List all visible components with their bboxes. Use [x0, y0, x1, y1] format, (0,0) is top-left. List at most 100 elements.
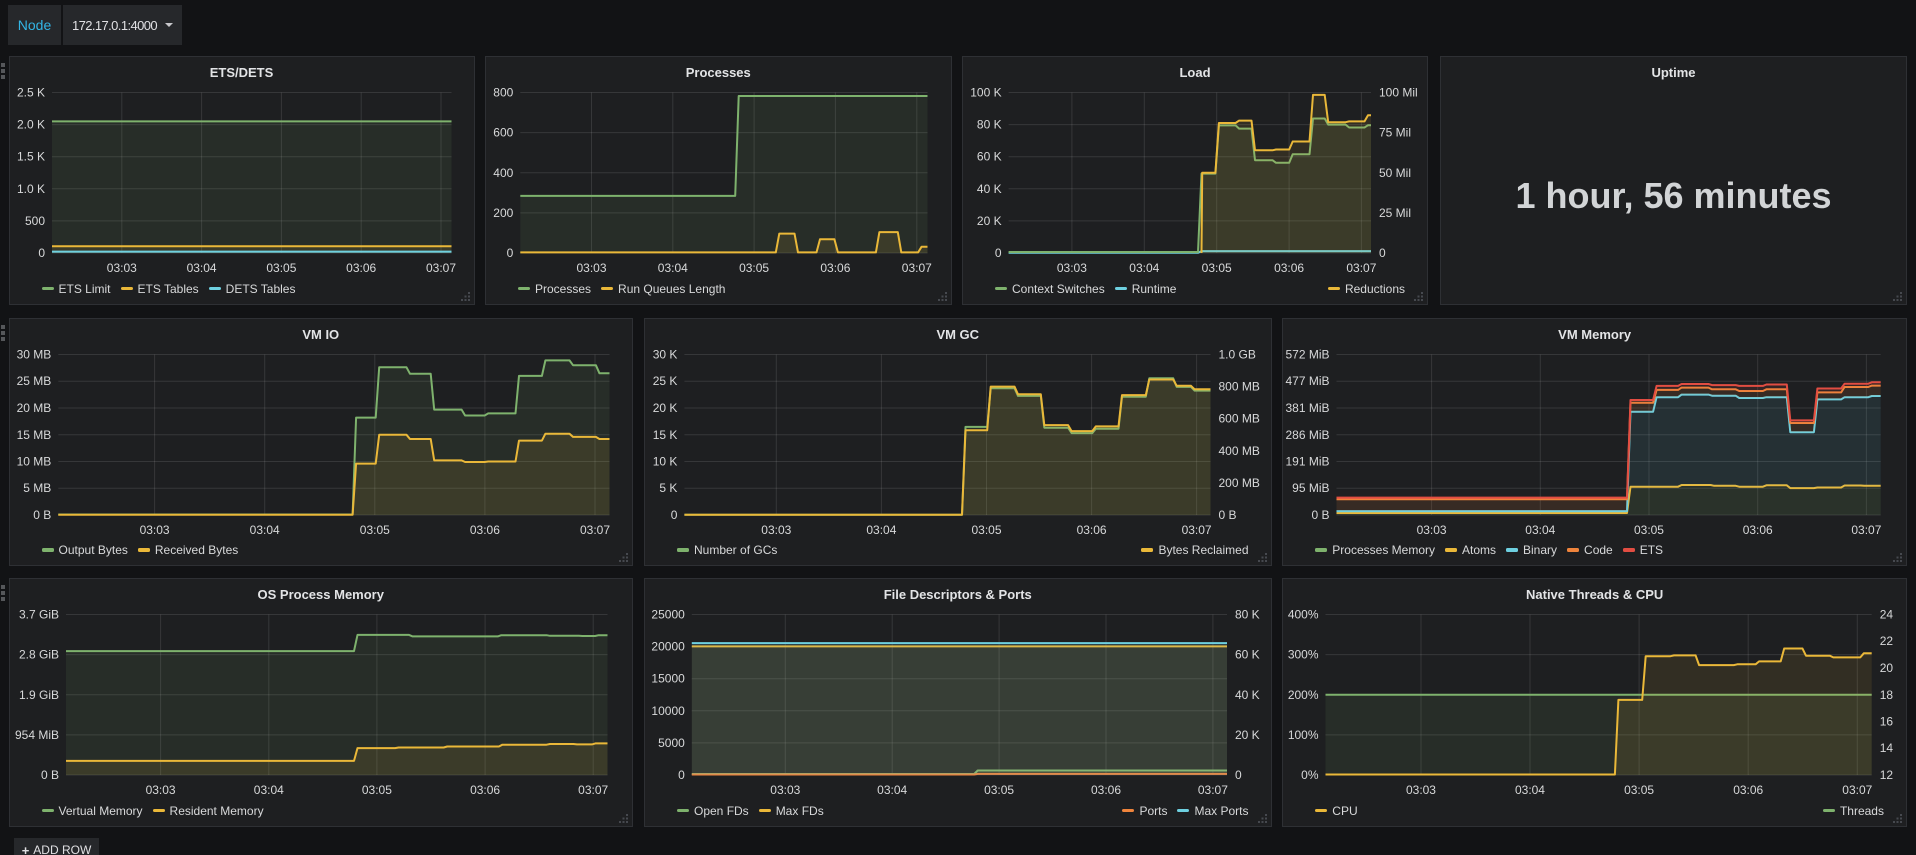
svg-text:800 MB: 800 MB [1219, 379, 1260, 393]
svg-text:03:05: 03:05 [266, 261, 296, 275]
svg-text:03:04: 03:04 [658, 261, 688, 275]
svg-text:03:03: 03:03 [1406, 783, 1436, 797]
svg-text:25 MB: 25 MB [16, 374, 51, 388]
svg-text:03:04: 03:04 [1129, 261, 1159, 275]
svg-text:286 MiB: 286 MiB [1286, 427, 1330, 441]
svg-text:03:04: 03:04 [866, 523, 896, 537]
svg-text:03:05: 03:05 [1202, 261, 1232, 275]
svg-text:191 MiB: 191 MiB [1286, 454, 1330, 468]
svg-text:0: 0 [1379, 246, 1386, 260]
svg-text:3.7 GiB: 3.7 GiB [18, 608, 58, 622]
svg-text:03:04: 03:04 [1526, 522, 1556, 536]
svg-text:30 MB: 30 MB [16, 347, 51, 361]
svg-text:03:07: 03:07 [902, 261, 932, 275]
svg-text:20000: 20000 [651, 640, 685, 654]
svg-text:400%: 400% [1288, 608, 1319, 622]
svg-text:800: 800 [493, 86, 513, 100]
svg-text:03:07: 03:07 [1852, 522, 1882, 536]
svg-text:03:07: 03:07 [1346, 261, 1376, 275]
svg-text:03:06: 03:06 [1733, 783, 1763, 797]
svg-text:25 K: 25 K [653, 374, 678, 388]
svg-text:0: 0 [507, 246, 514, 260]
svg-text:572 MiB: 572 MiB [1286, 347, 1330, 361]
svg-text:03:06: 03:06 [346, 261, 376, 275]
svg-text:75 Mil: 75 Mil [1379, 126, 1411, 140]
svg-text:2.0 K: 2.0 K [16, 118, 44, 132]
svg-text:10 K: 10 K [653, 454, 678, 468]
svg-text:300%: 300% [1288, 648, 1319, 662]
svg-text:03:05: 03:05 [359, 523, 389, 537]
svg-text:25 Mil: 25 Mil [1379, 206, 1411, 220]
svg-text:0 B: 0 B [1219, 508, 1237, 522]
svg-text:500: 500 [24, 214, 44, 228]
svg-text:03:05: 03:05 [739, 261, 769, 275]
svg-text:60 K: 60 K [977, 150, 1002, 164]
svg-text:5000: 5000 [658, 736, 685, 750]
svg-text:20: 20 [1880, 661, 1894, 675]
svg-text:0: 0 [678, 768, 685, 782]
svg-text:03:03: 03:03 [145, 783, 175, 797]
svg-text:40 K: 40 K [977, 182, 1002, 196]
svg-text:03:07: 03:07 [578, 783, 608, 797]
svg-text:03:05: 03:05 [361, 783, 391, 797]
svg-text:24: 24 [1880, 608, 1894, 622]
svg-text:15 K: 15 K [653, 427, 678, 441]
svg-text:0: 0 [671, 508, 678, 522]
svg-text:03:03: 03:03 [1057, 261, 1087, 275]
svg-text:03:07: 03:07 [579, 523, 609, 537]
svg-text:03:07: 03:07 [1843, 783, 1873, 797]
svg-text:15 MB: 15 MB [16, 427, 51, 441]
svg-text:16: 16 [1880, 714, 1894, 728]
svg-text:03:03: 03:03 [761, 523, 791, 537]
svg-text:0: 0 [1235, 768, 1242, 782]
svg-text:20 MB: 20 MB [16, 401, 51, 415]
svg-text:20 K: 20 K [653, 401, 678, 415]
svg-text:5 K: 5 K [659, 481, 677, 495]
svg-text:03:06: 03:06 [820, 261, 850, 275]
svg-text:200%: 200% [1288, 688, 1319, 702]
svg-text:03:03: 03:03 [139, 523, 169, 537]
svg-text:03:03: 03:03 [576, 261, 606, 275]
svg-text:200: 200 [493, 206, 513, 220]
svg-text:03:07: 03:07 [425, 261, 455, 275]
svg-text:20 K: 20 K [1235, 728, 1260, 742]
svg-text:22: 22 [1880, 634, 1894, 648]
svg-text:14: 14 [1880, 741, 1894, 755]
svg-text:100 Mil: 100 Mil [1379, 86, 1418, 100]
svg-text:03:03: 03:03 [106, 261, 136, 275]
svg-text:03:03: 03:03 [770, 783, 800, 797]
svg-text:200 MB: 200 MB [1219, 475, 1260, 489]
svg-text:03:04: 03:04 [253, 783, 283, 797]
svg-text:03:04: 03:04 [1515, 783, 1545, 797]
svg-text:80 K: 80 K [1235, 608, 1260, 622]
svg-text:18: 18 [1880, 688, 1894, 702]
svg-text:5 MB: 5 MB [23, 481, 51, 495]
svg-text:03:04: 03:04 [186, 261, 216, 275]
svg-text:03:03: 03:03 [1417, 522, 1447, 536]
svg-text:2.8 GiB: 2.8 GiB [18, 648, 58, 662]
svg-text:20 K: 20 K [977, 214, 1002, 228]
svg-text:0 B: 0 B [1312, 507, 1330, 521]
svg-text:0 B: 0 B [40, 768, 58, 782]
svg-text:30 K: 30 K [653, 347, 678, 361]
svg-text:60 K: 60 K [1235, 648, 1260, 662]
svg-text:600: 600 [493, 126, 513, 140]
svg-text:2.5 K: 2.5 K [16, 86, 44, 100]
svg-text:03:06: 03:06 [1077, 523, 1107, 537]
svg-text:95 MiB: 95 MiB [1292, 481, 1329, 495]
svg-text:03:05: 03:05 [984, 783, 1014, 797]
svg-text:03:05: 03:05 [1634, 522, 1664, 536]
svg-text:03:05: 03:05 [971, 523, 1001, 537]
svg-text:600 MB: 600 MB [1219, 411, 1260, 425]
svg-text:0%: 0% [1301, 768, 1319, 782]
svg-text:03:04: 03:04 [249, 523, 279, 537]
svg-text:381 MiB: 381 MiB [1286, 401, 1330, 415]
svg-text:400 MB: 400 MB [1219, 443, 1260, 457]
svg-text:40 K: 40 K [1235, 688, 1260, 702]
svg-text:25000: 25000 [651, 608, 685, 622]
svg-text:0: 0 [38, 246, 45, 260]
svg-text:1.0 K: 1.0 K [16, 182, 44, 196]
svg-text:03:04: 03:04 [877, 783, 907, 797]
svg-text:10 MB: 10 MB [16, 454, 51, 468]
svg-text:10000: 10000 [651, 704, 685, 718]
